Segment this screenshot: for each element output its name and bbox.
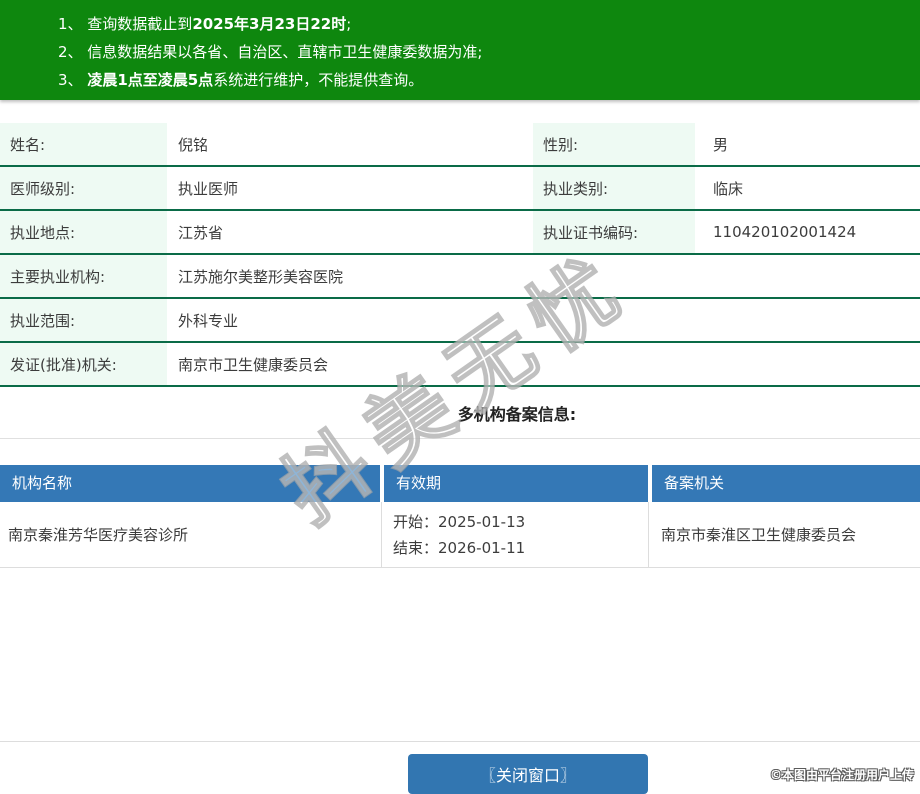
notice-1-bold: 2025年3月23日22时	[192, 15, 346, 33]
footer: 〖关闭窗口〗 ©本图由平台注册用户上传	[0, 741, 920, 787]
filing-authority: 南京市秦淮区卫生健康委员会	[649, 502, 920, 567]
notice-1-suffix: ;	[346, 15, 351, 33]
filing-validity-start: 开始：2025-01-13	[393, 509, 648, 535]
table-row: 发证(批准)机关: 南京市卫生健康委员会	[0, 343, 920, 387]
field-value-gender: 男	[695, 123, 920, 165]
close-window-button[interactable]: 〖关闭窗口〗	[408, 754, 648, 794]
notice-line-3: 3、 凌晨1点至凌晨5点系统进行维护，不能提供查询。	[58, 66, 900, 94]
field-value-practice-category: 临床	[695, 167, 920, 209]
notice-3-bold: 凌晨1点至凌晨5点	[87, 71, 213, 89]
field-label-primary-institution: 主要执业机构:	[0, 255, 167, 297]
field-value-name: 倪铭	[167, 123, 533, 165]
notice-3-text: 3、	[58, 71, 87, 89]
table-row: 主要执业机构: 江苏施尔美整形美容医院	[0, 255, 920, 299]
notice-banner: 1、 查询数据截止到2025年3月23日22时; 2、 信息数据结果以各省、自治…	[0, 0, 920, 100]
field-value-doctor-level: 执业医师	[167, 167, 533, 209]
filing-section-heading: 多机构备案信息:	[0, 387, 920, 439]
table-row: 执业地点: 江苏省 执业证书编码: 110420102001424	[0, 211, 920, 255]
filing-table: 机构名称 有效期 备案机关 南京秦淮芳华医疗美容诊所 开始：2025-01-13…	[0, 465, 920, 568]
table-row: 南京秦淮芳华医疗美容诊所 开始：2025-01-13 结束：2026-01-11…	[0, 502, 920, 568]
filing-table-header: 机构名称 有效期 备案机关	[0, 465, 920, 502]
filing-validity: 开始：2025-01-13 结束：2026-01-11	[382, 502, 649, 567]
table-row: 执业范围: 外科专业	[0, 299, 920, 343]
notice-2-text: 2、 信息数据结果以各省、自治区、直辖市卫生健康委数据为准;	[58, 43, 482, 61]
table-row: 医师级别: 执业医师 执业类别: 临床	[0, 167, 920, 211]
table-row: 姓名: 倪铭 性别: 男	[0, 123, 920, 167]
field-label-certificate-number: 执业证书编码:	[533, 211, 695, 253]
column-header-org-name: 机构名称	[0, 465, 380, 502]
field-label-practice-location: 执业地点:	[0, 211, 167, 253]
column-header-validity: 有效期	[384, 465, 648, 502]
field-value-practice-location: 江苏省	[167, 211, 533, 253]
field-value-practice-scope: 外科专业	[167, 299, 920, 341]
field-label-practice-category: 执业类别:	[533, 167, 695, 209]
notice-line-1: 1、 查询数据截止到2025年3月23日22时;	[58, 10, 900, 38]
field-label-name: 姓名:	[0, 123, 167, 165]
field-label-practice-scope: 执业范围:	[0, 299, 167, 341]
notice-line-2: 2、 信息数据结果以各省、自治区、直辖市卫生健康委数据为准;	[58, 38, 900, 66]
field-value-certificate-number: 110420102001424	[695, 211, 920, 253]
field-value-primary-institution: 江苏施尔美整形美容医院	[167, 255, 920, 297]
field-label-issuing-authority: 发证(批准)机关:	[0, 343, 167, 385]
field-value-issuing-authority: 南京市卫生健康委员会	[167, 343, 920, 385]
filing-org-name: 南京秦淮芳华医疗美容诊所	[0, 502, 382, 567]
filing-validity-end: 结束：2026-01-11	[393, 535, 648, 561]
notice-3-suffix: 系统进行维护，不能提供查询。	[213, 71, 423, 89]
field-label-gender: 性别:	[533, 123, 695, 165]
filing-section-title: 多机构备案信息:	[458, 401, 576, 425]
doctor-info-table: 姓名: 倪铭 性别: 男 医师级别: 执业医师 执业类别: 临床 执业地点: 江…	[0, 123, 920, 387]
copyright-notice: ©本图由平台注册用户上传	[770, 766, 914, 783]
field-label-doctor-level: 医师级别:	[0, 167, 167, 209]
column-header-filing-authority: 备案机关	[652, 465, 920, 502]
notice-1-text: 1、 查询数据截止到	[58, 15, 192, 33]
